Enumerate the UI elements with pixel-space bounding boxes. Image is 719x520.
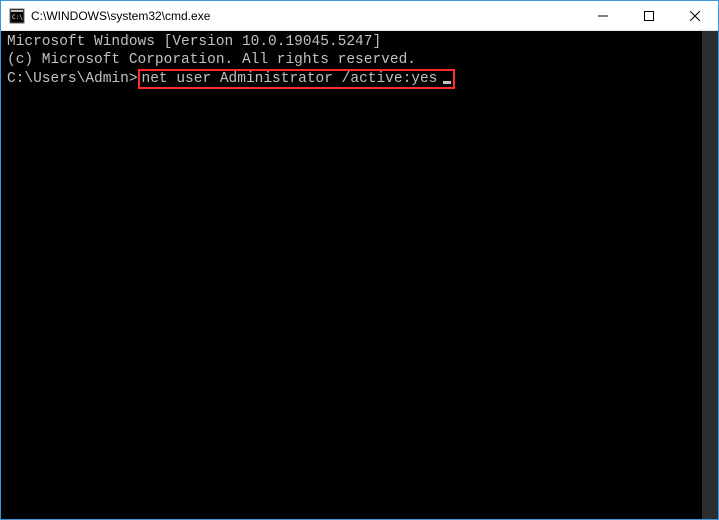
window-controls <box>580 1 718 30</box>
prompt-text: C:\Users\Admin> <box>7 71 138 87</box>
text-cursor <box>443 81 451 84</box>
copyright-line: (c) Microsoft Corporation. All rights re… <box>7 51 712 69</box>
command-highlight: net user Administrator /active:yes <box>138 69 456 89</box>
svg-text:C:\: C:\ <box>12 14 23 21</box>
terminal-scrollbar[interactable] <box>702 31 718 519</box>
command-text: net user Administrator /active:yes <box>142 71 438 87</box>
banner-line: Microsoft Windows [Version 10.0.19045.52… <box>7 33 712 51</box>
scrollbar-thumb[interactable] <box>702 31 718 519</box>
terminal-area[interactable]: Microsoft Windows [Version 10.0.19045.52… <box>1 31 718 519</box>
maximize-button[interactable] <box>626 1 672 30</box>
cmd-icon: C:\ <box>9 8 25 24</box>
titlebar[interactable]: C:\ C:\WINDOWS\system32\cmd.exe <box>1 1 718 31</box>
minimize-button[interactable] <box>580 1 626 30</box>
close-button[interactable] <box>672 1 718 30</box>
window-title: C:\WINDOWS\system32\cmd.exe <box>31 9 580 23</box>
prompt-line: C:\Users\Admin>net user Administrator /a… <box>7 69 712 89</box>
